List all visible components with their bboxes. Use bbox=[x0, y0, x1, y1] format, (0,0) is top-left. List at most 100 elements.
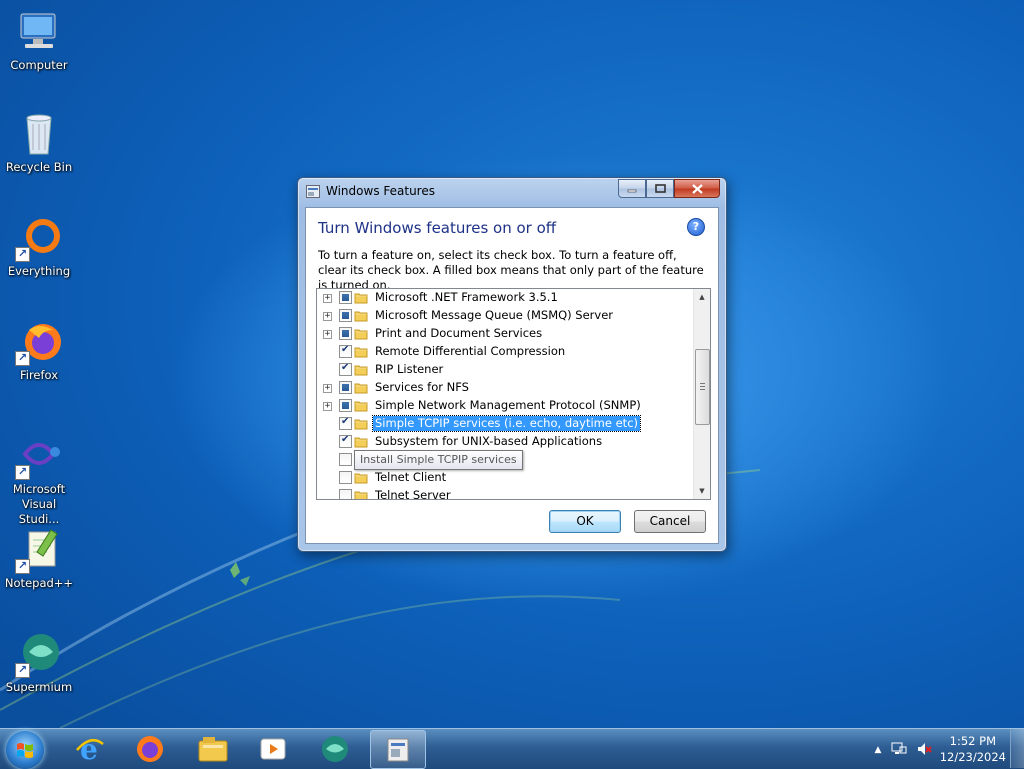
desktop-icon-visual-studio[interactable]: ↗ Microsoft Visual Studi... bbox=[0, 432, 78, 527]
feature-checkbox[interactable] bbox=[339, 416, 352, 430]
desktop-icon-label: Computer bbox=[10, 58, 68, 72]
feature-row[interactable]: Simple TCPIP services (i.e. echo, daytim… bbox=[317, 415, 693, 433]
desktop-icon-recycle-bin[interactable]: Recycle Bin bbox=[0, 110, 78, 175]
feature-checkbox[interactable] bbox=[339, 434, 352, 448]
maximize-icon bbox=[654, 184, 666, 193]
feature-row[interactable]: + Microsoft Message Queue (MSMQ) Server bbox=[317, 307, 693, 325]
ok-button[interactable]: OK bbox=[549, 510, 621, 533]
dialog-heading: Turn Windows features on or off bbox=[318, 219, 557, 237]
title-bar[interactable]: Windows Features bbox=[298, 178, 726, 204]
vertical-scrollbar[interactable]: ▲ ▼ bbox=[693, 289, 710, 499]
taskbar-file-explorer[interactable] bbox=[186, 730, 240, 767]
expand-icon[interactable]: + bbox=[323, 312, 332, 321]
help-icon[interactable]: ? bbox=[687, 218, 705, 236]
taskbar-firefox[interactable] bbox=[123, 730, 177, 767]
show-desktop-button[interactable] bbox=[1010, 729, 1024, 768]
feature-label: Telnet Client bbox=[375, 470, 447, 484]
feature-checkbox[interactable] bbox=[339, 291, 352, 304]
desktop-icon-label: Microsoft Visual Studi... bbox=[12, 482, 66, 526]
shortcut-arrow-icon: ↗ bbox=[15, 247, 30, 262]
folder-icon bbox=[354, 419, 368, 430]
feature-label: Simple TCPIP services (i.e. echo, daytim… bbox=[371, 415, 642, 432]
taskbar: e ▲ 1:52 PM 12/23/2024 bbox=[0, 728, 1024, 769]
expand-icon[interactable]: + bbox=[323, 384, 332, 393]
supermium-icon: ↗ bbox=[15, 630, 63, 678]
shortcut-arrow-icon: ↗ bbox=[15, 351, 30, 366]
start-button[interactable] bbox=[6, 731, 44, 769]
feature-checkbox[interactable] bbox=[339, 309, 352, 322]
close-button[interactable] bbox=[674, 179, 720, 198]
show-hidden-icons-icon[interactable]: ▲ bbox=[870, 742, 886, 758]
tooltip: Install Simple TCPIP services bbox=[354, 450, 523, 470]
media-player-icon bbox=[260, 738, 286, 759]
feature-row[interactable]: + Services for NFS bbox=[317, 379, 693, 397]
folder-icon bbox=[354, 293, 368, 304]
desktop-icon-everything[interactable]: ↗ Everything bbox=[0, 214, 78, 279]
recycle-bin-icon bbox=[15, 110, 63, 158]
desktop-icon-computer[interactable]: Computer bbox=[0, 8, 78, 73]
cancel-button[interactable]: Cancel bbox=[634, 510, 706, 533]
desktop-icon-label: Recycle Bin bbox=[5, 160, 73, 174]
folder-icon bbox=[354, 401, 368, 412]
feature-row[interactable]: RIP Listener bbox=[317, 361, 693, 379]
clock-date: 12/23/2024 bbox=[939, 750, 1006, 764]
feature-row[interactable]: Telnet Client bbox=[317, 469, 693, 487]
computer-icon bbox=[15, 8, 63, 56]
feature-row[interactable]: Remote Differential Compression bbox=[317, 343, 693, 361]
feature-row[interactable]: + Simple Network Management Protocol (SNM… bbox=[317, 397, 693, 415]
dialog-client-area: Turn Windows features on or off ? To tur… bbox=[305, 207, 719, 544]
shortcut-arrow-icon: ↗ bbox=[15, 559, 30, 574]
taskbar-supermium[interactable] bbox=[308, 730, 362, 767]
feature-label: Subsystem for UNIX-based Applications bbox=[375, 434, 603, 448]
feature-row[interactable]: Telnet Server bbox=[317, 487, 693, 499]
minimize-button[interactable] bbox=[618, 179, 646, 198]
taskbar-media-player[interactable] bbox=[246, 730, 300, 767]
feature-checkbox[interactable] bbox=[339, 399, 352, 412]
feature-row[interactable]: + Print and Document Services bbox=[317, 325, 693, 343]
desktop-icon-label: Everything bbox=[7, 264, 71, 278]
notepad-plus-plus-icon: ↗ bbox=[15, 526, 63, 574]
firefox-icon bbox=[137, 735, 163, 762]
maximize-button[interactable] bbox=[646, 179, 674, 198]
feature-label: RIP Listener bbox=[375, 362, 444, 376]
features-tree[interactable]: + Microsoft .NET Framework 3.5.1 + Microsof… bbox=[316, 288, 711, 500]
feature-label: Services for NFS bbox=[375, 380, 469, 394]
windows-features-icon bbox=[306, 185, 320, 198]
feature-checkbox[interactable] bbox=[339, 362, 352, 376]
windows-features-window: Windows Features Turn Windows features o… bbox=[297, 177, 727, 552]
desktop-icon-notepad-plus-plus[interactable]: ↗ Notepad++ bbox=[0, 526, 78, 591]
taskbar-windows-features[interactable] bbox=[370, 730, 426, 769]
minimize-icon bbox=[627, 189, 637, 192]
feature-checkbox[interactable] bbox=[339, 344, 352, 358]
feature-checkbox[interactable] bbox=[339, 471, 352, 484]
folder-icon bbox=[354, 311, 368, 322]
feature-label: Print and Document Services bbox=[375, 326, 543, 340]
feature-checkbox[interactable] bbox=[339, 489, 352, 499]
system-clock[interactable]: 1:52 PM 12/23/2024 bbox=[940, 733, 1006, 765]
feature-label: Remote Differential Compression bbox=[375, 344, 566, 358]
desktop-icon-firefox[interactable]: ↗ Firefox bbox=[0, 318, 78, 383]
scroll-down-icon[interactable]: ▼ bbox=[694, 483, 710, 499]
shortcut-arrow-icon: ↗ bbox=[15, 663, 30, 678]
taskbar-internet-explorer[interactable]: e bbox=[63, 730, 117, 767]
desktop: Computer Recycle Bin ↗ Everything ↗ Fire… bbox=[0, 0, 1024, 728]
feature-checkbox[interactable] bbox=[339, 453, 352, 466]
expand-icon[interactable]: + bbox=[323, 294, 332, 303]
feature-row[interactable]: + Microsoft .NET Framework 3.5.1 bbox=[317, 289, 693, 307]
feature-row[interactable]: Subsystem for UNIX-based Applications bbox=[317, 433, 693, 451]
feature-checkbox[interactable] bbox=[339, 381, 352, 394]
feature-label: Microsoft .NET Framework 3.5.1 bbox=[375, 290, 558, 304]
desktop-icon-supermium[interactable]: ↗ Supermium bbox=[0, 630, 78, 695]
expand-icon[interactable]: + bbox=[323, 330, 332, 339]
scroll-up-icon[interactable]: ▲ bbox=[694, 289, 710, 305]
internet-explorer-icon: e bbox=[76, 734, 104, 764]
feature-label: Simple Network Management Protocol (SNMP… bbox=[375, 398, 641, 412]
firefox-icon: ↗ bbox=[15, 318, 63, 366]
everything-icon: ↗ bbox=[15, 214, 63, 262]
scrollbar-thumb[interactable] bbox=[695, 349, 710, 425]
volume-muted-icon[interactable] bbox=[916, 741, 932, 757]
network-icon[interactable] bbox=[891, 741, 907, 757]
feature-label: Microsoft Message Queue (MSMQ) Server bbox=[375, 308, 614, 322]
feature-checkbox[interactable] bbox=[339, 327, 352, 340]
expand-icon[interactable]: + bbox=[323, 402, 332, 411]
